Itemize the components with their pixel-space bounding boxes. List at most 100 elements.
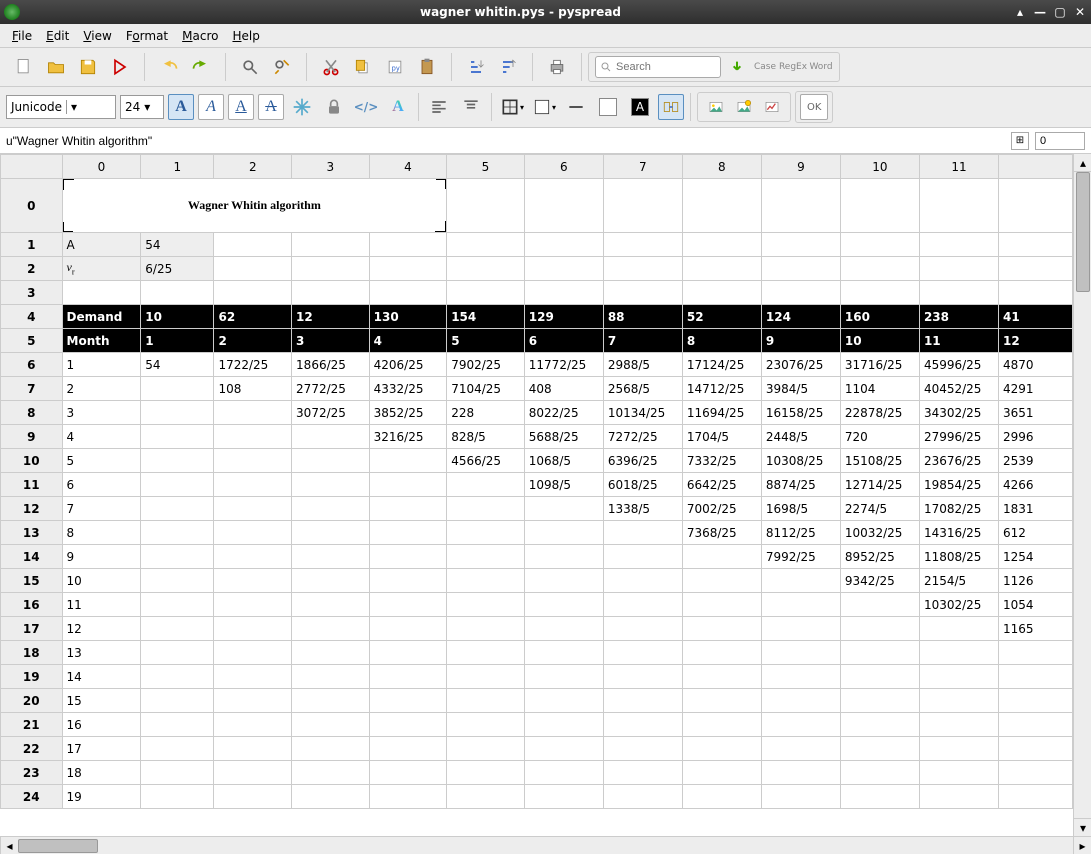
maximize-icon[interactable]: ▢ (1053, 5, 1067, 19)
cell[interactable] (369, 545, 447, 569)
cell[interactable]: 11 (62, 593, 141, 617)
cell[interactable] (682, 569, 761, 593)
cell[interactable]: 129 (524, 305, 603, 329)
cell[interactable] (214, 281, 292, 305)
cell[interactable] (998, 761, 1072, 785)
cell[interactable] (369, 641, 447, 665)
cell[interactable] (214, 521, 292, 545)
cell[interactable] (840, 641, 919, 665)
row-header[interactable]: 22 (1, 737, 63, 761)
cell[interactable]: 7368/25 (682, 521, 761, 545)
row-header[interactable]: 1 (1, 233, 63, 257)
row-header[interactable]: 3 (1, 281, 63, 305)
cell[interactable] (214, 401, 292, 425)
cell[interactable] (524, 617, 603, 641)
search-input[interactable] (616, 61, 716, 73)
save-icon[interactable] (74, 53, 102, 81)
cell[interactable] (998, 281, 1072, 305)
cell[interactable]: 108 (214, 377, 292, 401)
cell[interactable] (761, 785, 840, 809)
cell[interactable] (603, 257, 682, 281)
cell[interactable] (141, 737, 214, 761)
cell[interactable] (447, 761, 525, 785)
cell[interactable]: Demand (62, 305, 141, 329)
cell[interactable]: 160 (840, 305, 919, 329)
cell[interactable] (919, 617, 998, 641)
cell[interactable] (369, 761, 447, 785)
cell[interactable]: 1831 (998, 497, 1072, 521)
cell[interactable] (369, 689, 447, 713)
cell[interactable] (292, 785, 370, 809)
cell[interactable] (214, 593, 292, 617)
cell[interactable]: 3 (292, 329, 370, 353)
cell[interactable]: 4332/25 (369, 377, 447, 401)
cell[interactable] (292, 593, 370, 617)
cell[interactable]: 4 (369, 329, 447, 353)
search-box[interactable] (595, 56, 721, 78)
cell[interactable] (998, 713, 1072, 737)
row-header[interactable]: 8 (1, 401, 63, 425)
minimize-icon[interactable]: — (1033, 5, 1047, 19)
cell[interactable]: 1126 (998, 569, 1072, 593)
cell[interactable]: 14316/25 (919, 521, 998, 545)
cell[interactable]: 12 (62, 617, 141, 641)
cell[interactable] (919, 665, 998, 689)
cell[interactable] (524, 257, 603, 281)
cell[interactable] (292, 665, 370, 689)
cell[interactable]: 4266 (998, 473, 1072, 497)
scroll-up-icon[interactable]: ▴ (1074, 154, 1091, 172)
cell[interactable]: 1098/5 (524, 473, 603, 497)
row-header[interactable]: 20 (1, 689, 63, 713)
row-header[interactable]: 18 (1, 641, 63, 665)
cell[interactable] (292, 233, 370, 257)
cell[interactable]: 10 (141, 305, 214, 329)
cell[interactable] (603, 713, 682, 737)
sort-asc-icon[interactable] (462, 53, 490, 81)
cell[interactable] (761, 689, 840, 713)
cell[interactable] (447, 233, 525, 257)
menu-edit[interactable]: Edit (40, 26, 75, 46)
cell[interactable] (141, 497, 214, 521)
cell[interactable]: 6396/25 (603, 449, 682, 473)
cell[interactable] (524, 569, 603, 593)
cell[interactable] (447, 473, 525, 497)
cell[interactable] (761, 713, 840, 737)
cell[interactable]: 1722/25 (214, 353, 292, 377)
cell[interactable]: 18 (62, 761, 141, 785)
cell[interactable]: 1254 (998, 545, 1072, 569)
paste-icon[interactable] (413, 53, 441, 81)
col-header[interactable]: 0 (62, 155, 141, 179)
cell[interactable]: 228 (447, 401, 525, 425)
cell[interactable] (603, 617, 682, 641)
cell[interactable] (214, 689, 292, 713)
cell[interactable] (919, 689, 998, 713)
cell[interactable]: 9 (62, 545, 141, 569)
lock-icon[interactable] (320, 93, 348, 121)
menu-view[interactable]: View (77, 26, 117, 46)
cell[interactable]: 23676/25 (919, 449, 998, 473)
cell[interactable] (141, 713, 214, 737)
cell[interactable] (998, 665, 1072, 689)
goto-cell-icon[interactable]: ⊞ (1011, 132, 1029, 150)
cell[interactable]: 7332/25 (682, 449, 761, 473)
cell[interactable] (840, 233, 919, 257)
cell[interactable] (214, 473, 292, 497)
cell[interactable] (214, 665, 292, 689)
cell[interactable] (919, 179, 998, 233)
cell[interactable] (840, 761, 919, 785)
cell[interactable] (524, 785, 603, 809)
cell[interactable] (292, 617, 370, 641)
row-header[interactable]: 0 (1, 179, 63, 233)
cell[interactable]: 3 (62, 401, 141, 425)
cell[interactable] (761, 665, 840, 689)
cell[interactable] (214, 713, 292, 737)
cell[interactable]: 22878/25 (840, 401, 919, 425)
cell[interactable]: 11 (919, 329, 998, 353)
cell[interactable] (214, 497, 292, 521)
cell[interactable]: 3984/5 (761, 377, 840, 401)
cell[interactable] (840, 593, 919, 617)
cell[interactable] (919, 233, 998, 257)
cell[interactable] (603, 233, 682, 257)
cell[interactable]: 1866/25 (292, 353, 370, 377)
image-icon[interactable] (704, 95, 728, 119)
